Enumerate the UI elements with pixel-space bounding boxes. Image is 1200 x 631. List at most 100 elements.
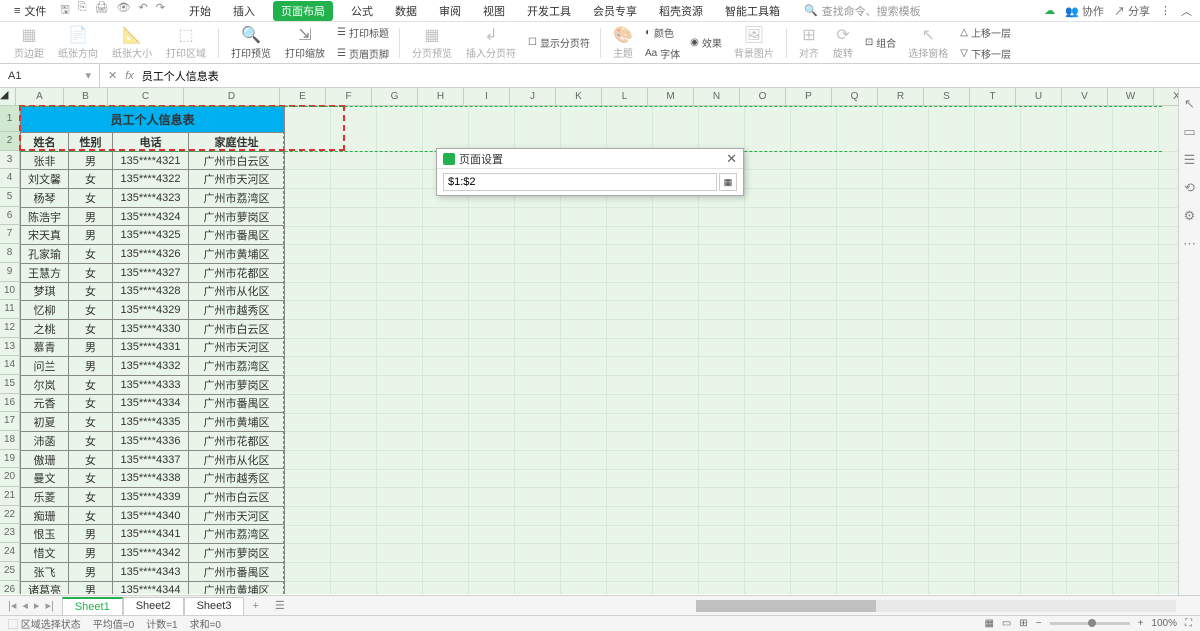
sheet-tab-Sheet2[interactable]: Sheet2 — [123, 597, 184, 615]
more-icon[interactable]: ⋯ — [1183, 236, 1196, 252]
row-header-10[interactable]: 10 — [0, 282, 20, 301]
col-header-G[interactable]: G — [372, 88, 418, 105]
row-header-24[interactable]: 24 — [0, 543, 20, 562]
cloud-icon[interactable]: ☁ — [1044, 4, 1055, 17]
sheet-tab-Sheet1[interactable]: Sheet1 — [62, 597, 123, 615]
col-header-M[interactable]: M — [648, 88, 694, 105]
tab-稻壳资源[interactable]: 稻壳资源 — [655, 1, 707, 21]
next-sheet-icon[interactable]: ▸ — [34, 599, 40, 612]
effect-button[interactable]: ◉ 效果 — [686, 33, 726, 52]
settings-icon[interactable]: ⚙ — [1184, 208, 1196, 224]
move-up-button[interactable]: △ 上移一层 — [956, 23, 1015, 42]
row-header-25[interactable]: 25 — [0, 562, 20, 581]
tab-页面布局[interactable]: 页面布局 — [273, 1, 333, 21]
row-header-20[interactable]: 20 — [0, 468, 20, 487]
row-header-6[interactable]: 6 — [0, 207, 20, 226]
insert-break-button[interactable]: ↲插入分页符 — [460, 25, 522, 60]
file-menu[interactable]: ≡ 文件 — [8, 1, 52, 21]
property-icon[interactable]: ☰ — [1184, 152, 1196, 168]
col-header-O[interactable]: O — [740, 88, 786, 105]
row-header-23[interactable]: 23 — [0, 524, 20, 543]
range-input[interactable] — [443, 173, 717, 191]
share-button[interactable]: ↗ 分享 — [1114, 3, 1150, 19]
tab-插入[interactable]: 插入 — [229, 1, 259, 21]
select-tool-icon[interactable]: ↖ — [1184, 96, 1195, 112]
more-icon[interactable]: ⋮ — [1160, 4, 1171, 17]
row-header-11[interactable]: 11 — [0, 300, 20, 319]
preview-icon[interactable]: 👁 — [117, 1, 131, 20]
row-header-3[interactable]: 3 — [0, 151, 20, 170]
row-header-5[interactable]: 5 — [0, 188, 20, 207]
col-header-P[interactable]: P — [786, 88, 832, 105]
col-header-C[interactable]: C — [108, 88, 184, 105]
row-header-2[interactable]: 2 — [0, 132, 20, 151]
col-header-E[interactable]: E — [280, 88, 326, 105]
fx-icon[interactable]: fx — [125, 70, 134, 82]
row-header-19[interactable]: 19 — [0, 450, 20, 469]
col-header-N[interactable]: N — [694, 88, 740, 105]
header-footer-button[interactable]: ☰ 页眉页脚 — [333, 44, 393, 63]
col-header-Q[interactable]: Q — [832, 88, 878, 105]
col-header-F[interactable]: F — [326, 88, 372, 105]
theme-button[interactable]: 🎨主题 — [607, 25, 639, 60]
align-button[interactable]: ⊞对齐 — [793, 25, 825, 60]
row-header-14[interactable]: 14 — [0, 356, 20, 375]
redo-icon[interactable]: ↷ — [156, 1, 165, 20]
rotate-button[interactable]: ⟳旋转 — [827, 25, 859, 60]
row-header-8[interactable]: 8 — [0, 244, 20, 263]
first-sheet-icon[interactable]: |◂ — [8, 599, 16, 612]
col-header-I[interactable]: I — [464, 88, 510, 105]
col-header-S[interactable]: S — [924, 88, 970, 105]
print-zoom-button[interactable]: ⇲打印缩放 — [279, 25, 331, 60]
collab-button[interactable]: 👥 协作 — [1065, 3, 1104, 19]
zoom-level[interactable]: 100% — [1151, 618, 1177, 629]
cancel-icon[interactable]: ✕ — [108, 69, 117, 82]
col-header-J[interactable]: J — [510, 88, 556, 105]
tab-智能工具箱[interactable]: 智能工具箱 — [721, 1, 784, 21]
collapse-icon[interactable]: ︿ — [1181, 3, 1192, 19]
print-preview-button[interactable]: 🔍打印预览 — [225, 25, 277, 60]
row-header-26[interactable]: 26 — [0, 581, 20, 595]
sheet-list-button[interactable]: ☰ — [267, 599, 293, 612]
col-header-K[interactable]: K — [556, 88, 602, 105]
col-header-R[interactable]: R — [878, 88, 924, 105]
last-sheet-icon[interactable]: ▸| — [45, 599, 53, 612]
add-sheet-button[interactable]: + — [244, 600, 266, 612]
row-header-16[interactable]: 16 — [0, 394, 20, 413]
row-header-15[interactable]: 15 — [0, 375, 20, 394]
font-button[interactable]: Aa 字体 — [641, 44, 684, 63]
row-header-4[interactable]: 4 — [0, 169, 20, 188]
margins-button[interactable]: ▦页边距 — [8, 25, 50, 60]
undo-icon[interactable]: ↶ — [139, 1, 148, 20]
row-header-22[interactable]: 22 — [0, 506, 20, 525]
col-header-B[interactable]: B — [64, 88, 108, 105]
move-down-button[interactable]: ▽ 下移一层 — [956, 44, 1015, 63]
search-box[interactable]: 🔍 查找命令、搜索模板 — [804, 3, 921, 19]
tab-会员专享[interactable]: 会员专享 — [589, 1, 641, 21]
tab-视图[interactable]: 视图 — [479, 1, 509, 21]
row-header-13[interactable]: 13 — [0, 338, 20, 357]
group-button[interactable]: ⊡ 组合 — [861, 33, 900, 52]
collapse-dialog-button[interactable]: ▦ — [719, 173, 737, 191]
tab-开始[interactable]: 开始 — [185, 1, 215, 21]
export-icon[interactable]: ⎘ — [78, 1, 87, 20]
selection-pane-button[interactable]: ↖选择窗格 — [902, 25, 954, 60]
formula-input[interactable] — [142, 70, 284, 82]
tab-开发工具[interactable]: 开发工具 — [523, 1, 575, 21]
row-header-12[interactable]: 12 — [0, 319, 20, 338]
print-area-button[interactable]: ⬚打印区域 — [160, 25, 212, 60]
color-button[interactable]: ◐ 颜色 — [641, 23, 684, 42]
col-header-H[interactable]: H — [418, 88, 464, 105]
col-header-A[interactable]: A — [16, 88, 64, 105]
zoom-in-button[interactable]: + — [1138, 618, 1144, 629]
tab-数据[interactable]: 数据 — [391, 1, 421, 21]
tab-公式[interactable]: 公式 — [347, 1, 377, 21]
zoom-slider[interactable] — [1050, 622, 1130, 625]
backup-icon[interactable]: ⟲ — [1184, 180, 1195, 196]
horizontal-scrollbar[interactable] — [696, 600, 1176, 612]
col-header-W[interactable]: W — [1108, 88, 1154, 105]
split-preview-button[interactable]: ▦分页预览 — [406, 25, 458, 60]
col-header-T[interactable]: T — [970, 88, 1016, 105]
bg-image-button[interactable]: 🖼背景图片 — [728, 25, 780, 60]
tab-审阅[interactable]: 审阅 — [435, 1, 465, 21]
